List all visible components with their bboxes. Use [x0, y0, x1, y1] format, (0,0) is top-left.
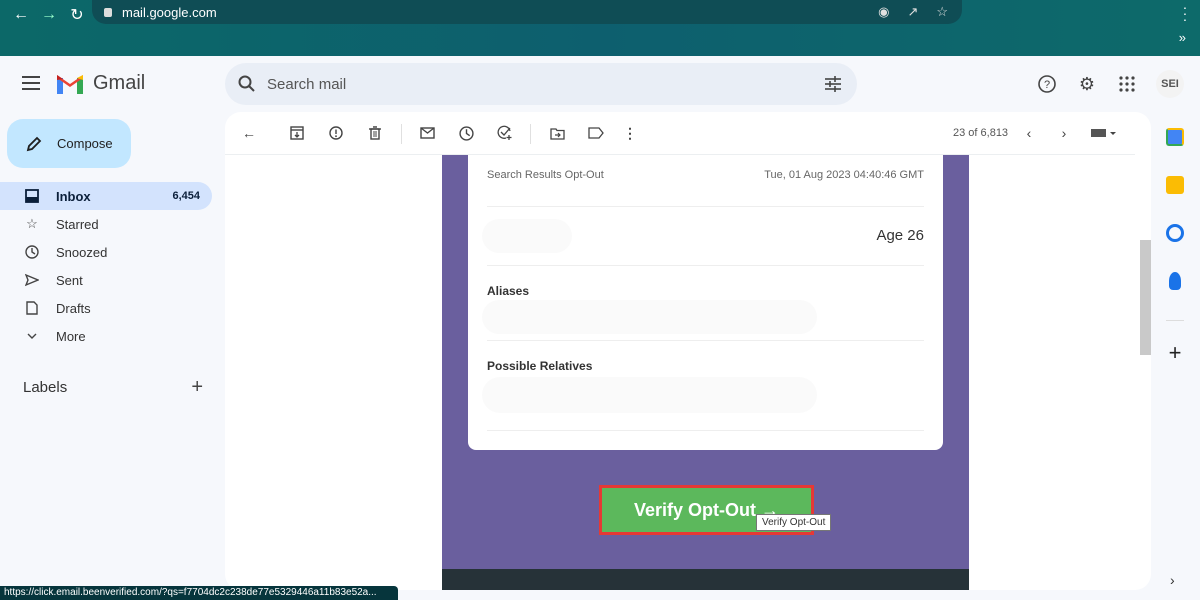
- add-task-icon[interactable]: [495, 123, 515, 143]
- email-body: Search Results Opt-Out Tue, 01 Aug 2023 …: [442, 155, 969, 590]
- sidebar-item-more[interactable]: More: [0, 322, 212, 350]
- sidebar-item-label: Sent: [56, 272, 83, 288]
- reload-icon[interactable]: ↻: [66, 4, 88, 26]
- search-icon[interactable]: [237, 74, 257, 94]
- gmail-logo[interactable]: Gmail: [57, 72, 145, 95]
- message-pane: ← ⋮ 23 of 6,813 ‹ › Search Results Opt-O…: [225, 112, 1151, 590]
- panel-divider: [1166, 320, 1184, 321]
- toolbar-divider: [401, 124, 402, 144]
- email-footer: [442, 569, 969, 590]
- sidebar-item-snoozed[interactable]: Snoozed: [0, 238, 212, 266]
- sidebar-item-label: Snoozed: [56, 244, 108, 260]
- sidebar-item-inbox[interactable]: Inbox 6,454: [0, 182, 212, 210]
- sidebar-item-label: More: [56, 328, 86, 344]
- gmail-m-icon: [57, 74, 83, 94]
- card-header-row: Search Results Opt-Out Tue, 01 Aug 2023 …: [487, 155, 924, 207]
- back-arrow-icon[interactable]: ←: [239, 123, 259, 143]
- sidebar-nav: Inbox 6,454 ☆ Starred Snoozed Sent Draft…: [0, 182, 212, 350]
- more-options-icon[interactable]: ⋮: [620, 123, 640, 143]
- chevron-down-icon: [24, 328, 40, 344]
- browser-chrome: ← → ↻ mail.google.com ◉ ↗ ☆ · · · »: [0, 0, 1200, 56]
- labels-section: Labels +: [23, 376, 203, 399]
- clock-icon: [24, 244, 40, 260]
- message-pager: 23 of 6,813: [953, 127, 1009, 139]
- card-date: Tue, 01 Aug 2023 04:40:46 GMT: [764, 169, 924, 181]
- compose-button[interactable]: Compose: [7, 119, 131, 168]
- compose-label: Compose: [57, 136, 113, 151]
- aliases-row: Aliases: [482, 266, 924, 341]
- pencil-icon: [26, 136, 42, 151]
- back-icon[interactable]: ←: [10, 4, 32, 26]
- tasks-icon[interactable]: [1166, 224, 1184, 242]
- button-tooltip: Verify Opt-Out: [756, 514, 832, 531]
- add-addon-icon[interactable]: +: [1160, 342, 1190, 364]
- name-age-row: Age 26: [482, 207, 924, 266]
- opt-out-card: Search Results Opt-Out Tue, 01 Aug 2023 …: [468, 155, 943, 450]
- url-text: mail.google.com: [122, 4, 217, 20]
- snooze-clock-icon[interactable]: [456, 123, 476, 143]
- redacted-aliases: [482, 300, 817, 334]
- bookmark-star-icon[interactable]: ☆: [936, 4, 948, 20]
- vertical-scrollbar[interactable]: [1140, 240, 1151, 355]
- search-options-icon[interactable]: [823, 74, 843, 94]
- labels-heading: Labels: [23, 379, 68, 396]
- main-menu-icon[interactable]: [22, 76, 40, 90]
- send-icon: [24, 272, 40, 288]
- svg-text:?: ?: [1044, 79, 1050, 91]
- calendar-icon[interactable]: [1166, 128, 1184, 146]
- gmail-header: Gmail Search mail ? ⚙ SEI: [0, 56, 1200, 112]
- show-side-panel-icon[interactable]: ›: [1170, 572, 1175, 588]
- aliases-label: Aliases: [487, 284, 530, 298]
- side-panel: +: [1160, 120, 1190, 364]
- draft-icon: [24, 300, 40, 316]
- inbox-count: 6,454: [172, 190, 200, 202]
- sidebar-item-label: Inbox: [56, 188, 91, 204]
- address-bar[interactable]: mail.google.com ◉ ↗ ☆: [92, 0, 962, 24]
- search-input[interactable]: Search mail: [267, 76, 346, 93]
- age-text: Age 26: [876, 227, 924, 244]
- link-status-bar: https://click.email.beenverified.com/?qs…: [0, 586, 398, 600]
- lock-icon: [104, 7, 112, 17]
- redacted-relatives: [482, 377, 817, 413]
- message-toolbar: ← ⋮ 23 of 6,813 ‹ ›: [225, 112, 1135, 155]
- delete-trash-icon[interactable]: [365, 123, 385, 143]
- older-chevron-right-icon[interactable]: ›: [1054, 123, 1074, 143]
- sidebar-item-label: Starred: [56, 216, 99, 232]
- help-icon[interactable]: ?: [1036, 73, 1058, 95]
- toolbar-divider: [530, 124, 531, 144]
- keyboard-input-icon[interactable]: [1089, 123, 1119, 143]
- newer-chevron-left-icon[interactable]: ‹: [1019, 123, 1039, 143]
- forward-icon[interactable]: →: [38, 4, 60, 26]
- app-name: Gmail: [93, 72, 146, 94]
- card-subject: Search Results Opt-Out: [487, 169, 604, 181]
- search-bar[interactable]: Search mail: [225, 63, 857, 105]
- sidebar-item-label: Drafts: [56, 300, 91, 316]
- sidebar-item-drafts[interactable]: Drafts: [0, 294, 212, 322]
- add-label-icon[interactable]: +: [191, 376, 203, 399]
- inbox-icon: [24, 188, 40, 204]
- star-icon: ☆: [26, 216, 38, 231]
- eye-icon[interactable]: ◉: [878, 4, 889, 20]
- redacted-name: [482, 219, 572, 253]
- settings-gear-icon[interactable]: ⚙: [1076, 73, 1098, 95]
- report-spam-icon[interactable]: [326, 123, 346, 143]
- keep-icon[interactable]: [1166, 176, 1184, 194]
- contacts-icon[interactable]: [1169, 272, 1181, 290]
- bookmarks-overflow-icon[interactable]: »: [1179, 30, 1186, 45]
- relatives-row: Possible Relatives: [482, 341, 924, 431]
- sidebar-item-sent[interactable]: Sent: [0, 266, 212, 294]
- account-avatar[interactable]: SEI: [1156, 70, 1184, 98]
- mark-unread-icon[interactable]: [417, 123, 437, 143]
- label-tag-icon[interactable]: [586, 123, 606, 143]
- browser-nav: ← → ↻: [10, 4, 88, 26]
- browser-menu-icon[interactable]: · · ·: [1182, 0, 1188, 26]
- relatives-label: Possible Relatives: [487, 359, 593, 373]
- move-to-folder-icon[interactable]: [547, 123, 567, 143]
- share-icon[interactable]: ↗: [907, 4, 918, 20]
- sidebar-item-starred[interactable]: ☆ Starred: [0, 210, 212, 238]
- archive-icon[interactable]: [287, 123, 307, 143]
- apps-grid-icon[interactable]: [1116, 73, 1138, 95]
